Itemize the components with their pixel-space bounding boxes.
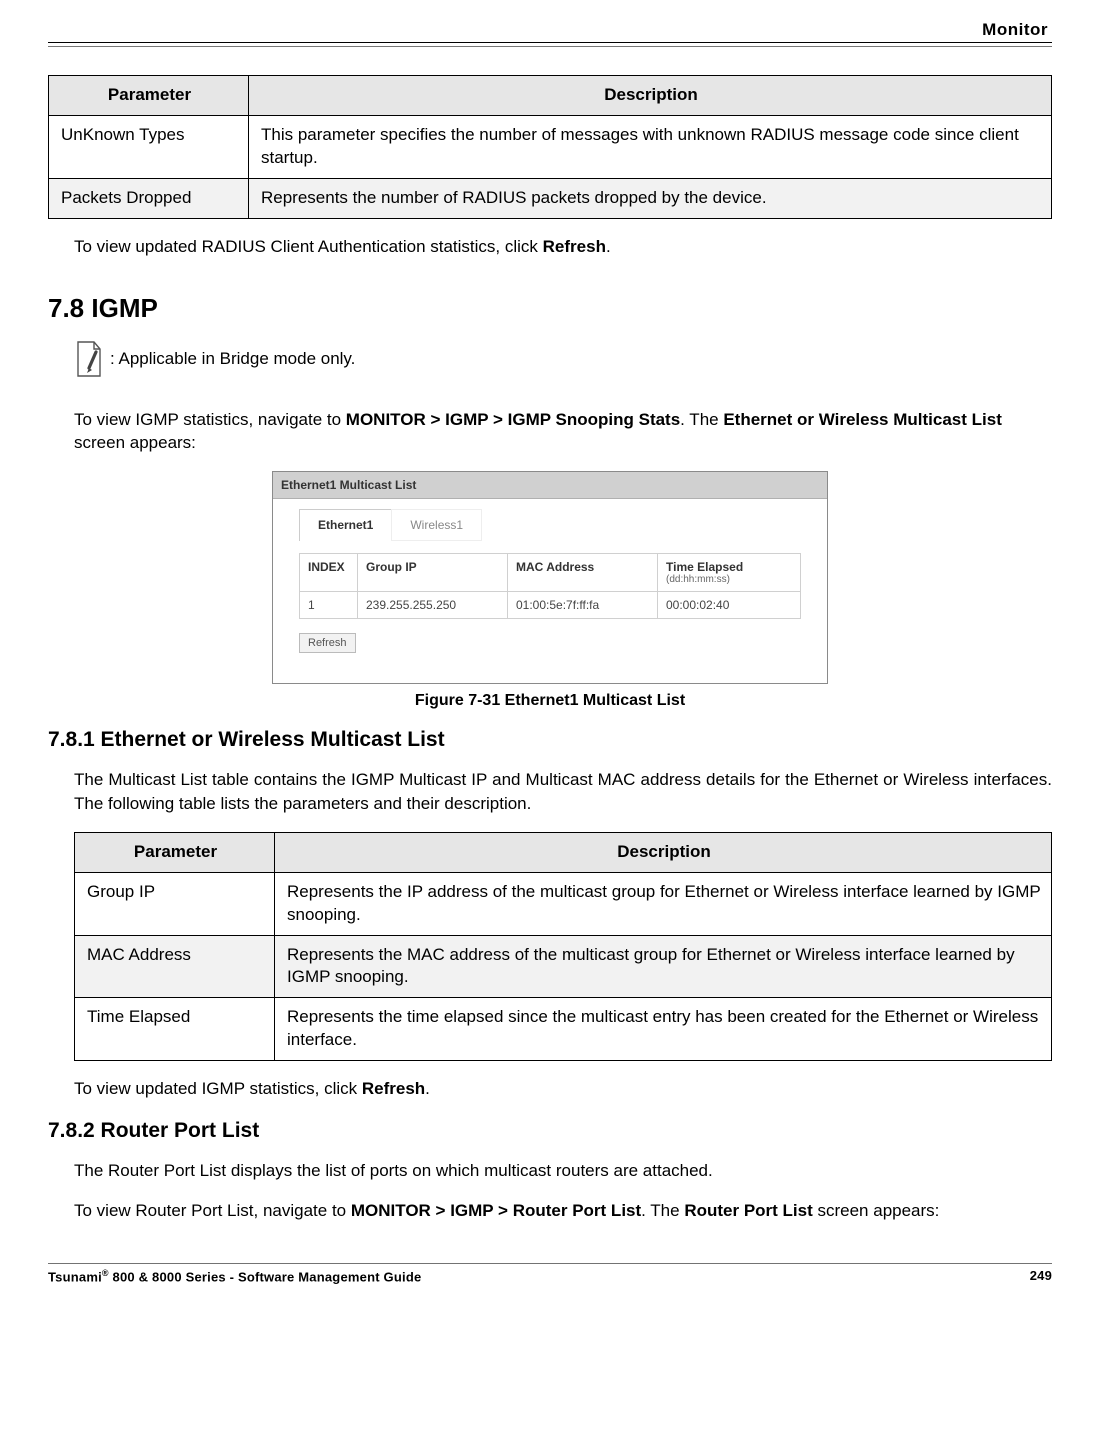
cell-param: MAC Address [75, 935, 275, 998]
breadcrumb: MONITOR > IGMP > Router Port List [351, 1201, 641, 1220]
refresh-button[interactable]: Refresh [299, 633, 356, 653]
th-description: Description [249, 76, 1052, 116]
cell-desc: Represents the IP address of the multica… [275, 872, 1052, 935]
text: . [425, 1079, 430, 1098]
th-parameter: Parameter [49, 76, 249, 116]
section-782-p1: The Router Port List displays the list o… [74, 1159, 1052, 1183]
cell-desc: Represents the MAC address of the multic… [275, 935, 1052, 998]
th-time-sub: (dd:hh:mm:ss) [666, 574, 792, 585]
cell-param: Time Elapsed [75, 998, 275, 1061]
table-row: Group IP Represents the IP address of th… [75, 872, 1052, 935]
table-row: MAC Address Represents the MAC address o… [75, 935, 1052, 998]
text: . The [641, 1201, 684, 1220]
note-icon [74, 340, 104, 378]
cell-param: Packets Dropped [49, 178, 249, 218]
th-index: INDEX [300, 554, 358, 592]
text: screen appears: [74, 433, 196, 452]
refresh-word: Refresh [543, 237, 606, 256]
heading-781: 7.8.1 Ethernet or Wireless Multicast Lis… [48, 728, 1052, 752]
th-time: Time Elapsed (dd:hh:mm:ss) [658, 554, 801, 592]
text: screen appears: [813, 1201, 940, 1220]
cell-mac: 01:00:5e:7f:ff:fa [508, 592, 658, 619]
multicast-param-table: Parameter Description Group IP Represent… [74, 832, 1052, 1062]
cell-time: 00:00:02:40 [658, 592, 801, 619]
text: . The [680, 410, 723, 429]
text: To view updated IGMP statistics, click [74, 1079, 362, 1098]
screen-name: Router Port List [684, 1201, 812, 1220]
igmp-refresh-sentence: To view updated IGMP statistics, click R… [74, 1077, 1052, 1101]
th-mac: MAC Address [508, 554, 658, 592]
radius-refresh-sentence: To view updated RADIUS Client Authentica… [74, 235, 1052, 259]
cell-desc: This parameter specifies the number of m… [249, 115, 1052, 178]
registered-mark: ® [102, 1268, 109, 1278]
doc-title: 800 & 8000 Series - Software Management … [109, 1269, 422, 1284]
igmp-nav-sentence: To view IGMP statistics, navigate to MON… [74, 408, 1052, 456]
th-description: Description [275, 832, 1052, 872]
multicast-grid: INDEX Group IP MAC Address Time Elapsed … [299, 553, 801, 619]
panel-title: Ethernet1 Multicast List [273, 472, 827, 499]
heading-782: 7.8.2 Router Port List [48, 1119, 1052, 1143]
header-rules [48, 42, 1052, 47]
th-parameter: Parameter [75, 832, 275, 872]
text: To view Router Port List, navigate to [74, 1201, 351, 1220]
footer-left: Tsunami® 800 & 8000 Series - Software Ma… [48, 1268, 421, 1284]
table-row: Time Elapsed Represents the time elapsed… [75, 998, 1052, 1061]
text: To view updated RADIUS Client Authentica… [74, 237, 543, 256]
screenshot-multicast-list: Ethernet1 Multicast List Ethernet1 Wirel… [272, 471, 828, 684]
cell-param: Group IP [75, 872, 275, 935]
note-text: : Applicable in Bridge mode only. [110, 349, 355, 369]
page-footer: Tsunami® 800 & 8000 Series - Software Ma… [48, 1263, 1052, 1284]
cell-desc: Represents the number of RADIUS packets … [249, 178, 1052, 218]
cell-index: 1 [300, 592, 358, 619]
product-name: Tsunami [48, 1269, 102, 1284]
note-row: : Applicable in Bridge mode only. [74, 340, 1052, 378]
heading-igmp: 7.8 IGMP [48, 293, 1052, 324]
running-title: Monitor [48, 20, 1052, 42]
page-number: 249 [1030, 1268, 1052, 1284]
text: To view IGMP statistics, navigate to [74, 410, 346, 429]
tab-ethernet1[interactable]: Ethernet1 [299, 509, 392, 541]
table-row: Packets Dropped Represents the number of… [49, 178, 1052, 218]
table-row: UnKnown Types This parameter specifies t… [49, 115, 1052, 178]
figure-caption: Figure 7-31 Ethernet1 Multicast List [48, 692, 1052, 710]
cell-group-ip: 239.255.255.250 [358, 592, 508, 619]
cell-param: UnKnown Types [49, 115, 249, 178]
tab-strip: Ethernet1 Wireless1 [299, 509, 801, 541]
tab-wireless1[interactable]: Wireless1 [391, 509, 482, 541]
section-781-intro: The Multicast List table contains the IG… [74, 768, 1052, 816]
breadcrumb: MONITOR > IGMP > IGMP Snooping Stats [346, 410, 680, 429]
th-group-ip: Group IP [358, 554, 508, 592]
section-782-p2: To view Router Port List, navigate to MO… [74, 1199, 1052, 1223]
screen-name: Ethernet or Wireless Multicast List [723, 410, 1002, 429]
text: . [606, 237, 611, 256]
th-time-label: Time Elapsed [666, 560, 743, 574]
refresh-word: Refresh [362, 1079, 425, 1098]
cell-desc: Represents the time elapsed since the mu… [275, 998, 1052, 1061]
radius-table: Parameter Description UnKnown Types This… [48, 75, 1052, 219]
table-row: 1 239.255.255.250 01:00:5e:7f:ff:fa 00:0… [300, 592, 801, 619]
